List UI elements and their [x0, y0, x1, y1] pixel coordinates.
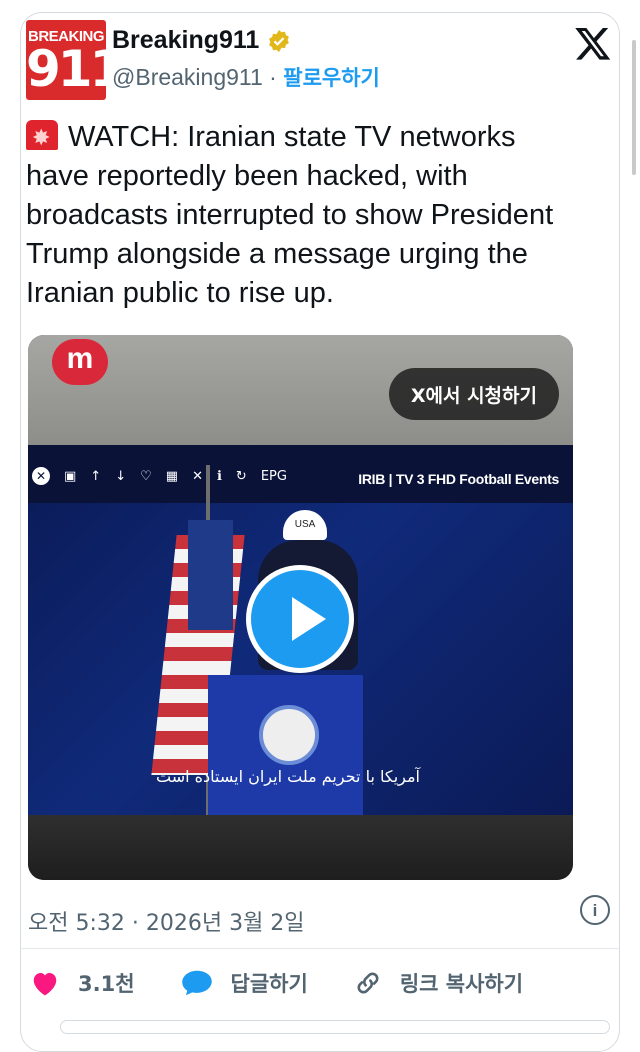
tv-toolbar: ✕ ▣ ↑ ↓ ♡ ▦ ✕ ℹ ↻ EPG [32, 467, 287, 485]
author-handle[interactable]: @Breaking911 [112, 64, 263, 90]
flag-canton [188, 520, 233, 630]
reply-bubble-icon[interactable] [181, 969, 213, 997]
refresh-icon: ↻ [235, 468, 247, 484]
scrollbar[interactable] [632, 40, 636, 175]
timestamp[interactable]: 오전 5:32 · 2026년 3월 2일 [28, 905, 305, 937]
name-row: Breaking911 [112, 26, 291, 55]
reply-label: 답글하기 [230, 972, 308, 996]
divider [20, 948, 620, 949]
shuffle-icon: ✕ [192, 468, 203, 484]
heart-icon[interactable] [30, 969, 60, 997]
floor-area [28, 815, 573, 880]
next-section-edge [60, 1020, 610, 1034]
arrow-down-icon: ↓ [115, 468, 127, 484]
tweet-text: WATCH: Iranian state TV networks have re… [26, 118, 586, 313]
handle-row: @Breaking911 · 팔로우하기 [112, 62, 380, 92]
copy-link-action[interactable]: 링크 복사하기 [354, 968, 523, 998]
x-logo-icon[interactable] [574, 24, 612, 62]
follow-button[interactable]: 팔로우하기 [283, 66, 380, 90]
avatar[interactable]: BREAKING 911 [26, 20, 106, 100]
persian-caption: آمریکا با تحریم ملت ایران ایستاده است [155, 767, 420, 786]
heart-outline-icon: ♡ [140, 468, 152, 484]
epg-label: EPG [260, 468, 287, 484]
link-icon[interactable] [354, 969, 382, 997]
m-logo: m [52, 339, 108, 385]
play-button-icon[interactable] [246, 565, 354, 673]
avatar-number: 911 [26, 40, 106, 98]
close-icon: ✕ [32, 467, 50, 485]
verified-badge-icon [269, 29, 290, 52]
tweet-header: BREAKING 911 Breaking911 @Breaking911 · … [26, 20, 620, 100]
arrow-up-icon: ↑ [90, 468, 102, 484]
siren-emoji-icon [26, 118, 58, 157]
like-action[interactable]: 3.1천 [30, 968, 135, 998]
channel-label: IRIB | TV 3 FHD Football Events [358, 471, 559, 487]
grid-icon: ▦ [165, 468, 179, 484]
video-media[interactable]: ✕ ▣ ↑ ↓ ♡ ▦ ✕ ℹ ↻ EPG IRIB | TV 3 FHD Fo… [28, 335, 573, 880]
info-icon[interactable]: i [580, 895, 610, 925]
separator: · [262, 64, 284, 90]
presidential-seal [259, 705, 319, 765]
copy-link-label: 링크 복사하기 [399, 972, 524, 996]
info-icon: ℹ [216, 468, 222, 484]
tweet-body: WATCH: Iranian state TV networks have re… [26, 121, 554, 309]
watch-on-x-button[interactable]: X에서 시청하기 [388, 368, 559, 420]
reply-action[interactable]: 답글하기 [181, 968, 308, 998]
menu-icon: ▣ [64, 468, 77, 484]
action-bar: 3.1천 답글하기 링크 복사하기 [30, 968, 569, 998]
author-name[interactable]: Breaking911 [112, 26, 259, 55]
like-count: 3.1천 [78, 972, 135, 996]
